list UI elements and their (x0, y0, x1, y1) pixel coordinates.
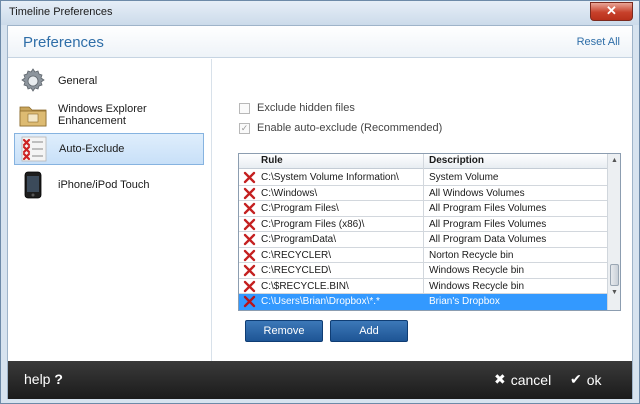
table-row[interactable]: C:\Windows\ All Windows Volumes (239, 186, 608, 201)
exclude-hidden-files-checkbox[interactable] (239, 102, 250, 114)
sidebar-item-label: Auto-Exclude (59, 143, 125, 155)
remove-rule-x-icon (243, 171, 256, 184)
exclude-rules-table: Rule Description C:\System Volume Inform… (238, 153, 621, 311)
remove-button[interactable]: Remove (245, 320, 323, 342)
cancel-x-icon: ✖ (494, 371, 506, 387)
ok-label: ok (586, 371, 602, 388)
table-row[interactable]: C:\Users\Brian\Dropbox\*.* Brian's Dropbo… (239, 294, 608, 310)
gear-icon (18, 66, 48, 96)
rule-cell: C:\Users\Brian\Dropbox\*.* (261, 296, 380, 307)
add-button[interactable]: Add (330, 320, 408, 342)
enable-auto-exclude-checkbox[interactable]: ✓ (239, 122, 250, 134)
remove-rule-x-icon (243, 295, 256, 308)
sidebar-item-windows-explorer-enhancement[interactable]: Windows Explorer Enhancement (14, 99, 204, 131)
remove-rule-x-icon (243, 202, 256, 215)
rule-cell: C:\$RECYCLE.BIN\ (261, 280, 349, 292)
description-cell: All Program Files Volumes (429, 203, 547, 214)
table-row[interactable]: C:\ProgramData\ All Program Data Volumes (239, 232, 608, 248)
sidebar-item-auto-exclude[interactable]: Auto-Exclude (14, 133, 204, 165)
remove-rule-x-icon (243, 187, 256, 199)
table-row[interactable]: C:\$RECYCLE.BIN\ Windows Recycle bin (239, 279, 608, 294)
window-title: Timeline Preferences (9, 6, 113, 18)
preferences-window: Timeline Preferences ✕ Preferences Reset… (0, 0, 640, 404)
sidebar-item-label: iPhone/iPod Touch (58, 179, 150, 191)
description-cell: Brian's Dropbox (429, 296, 500, 307)
page-title: Preferences (23, 34, 104, 51)
rule-cell: C:\Windows\ (261, 187, 318, 199)
close-window-button[interactable]: ✕ (590, 2, 633, 21)
sidebar-item-general[interactable]: General (14, 65, 204, 97)
table-row[interactable]: C:\RECYCLED\ Windows Recycle bin (239, 263, 608, 279)
ok-button[interactable]: ✔ ok (570, 371, 602, 388)
rule-cell: C:\RECYCLER\ (261, 249, 332, 261)
ok-check-icon: ✔ (570, 371, 582, 387)
cancel-label: cancel (510, 371, 552, 388)
description-cell: Norton Recycle bin (429, 249, 514, 261)
description-cell: All Program Data Volumes (429, 234, 547, 245)
sidebar: General Windows Explorer Enhancement Aut… (8, 59, 212, 361)
rule-cell: C:\ProgramData\ (261, 234, 337, 245)
remove-rule-x-icon (243, 264, 256, 277)
help-button[interactable]: help ? (24, 371, 63, 387)
table-row[interactable]: C:\RECYCLER\ Norton Recycle bin (239, 248, 608, 263)
column-header-description[interactable]: Description (429, 155, 484, 166)
rule-cell: C:\Program Files\ (261, 203, 339, 214)
sidebar-item-iphone-ipod-touch[interactable]: iPhone/iPod Touch (14, 169, 204, 201)
table-row[interactable]: C:\Program Files\ All Program Files Volum… (239, 201, 608, 217)
exclude-hidden-files-label: Exclude hidden files (257, 102, 355, 114)
remove-rule-x-icon (243, 233, 256, 246)
remove-rule-x-icon (243, 218, 256, 230)
phone-icon (18, 170, 48, 200)
description-cell: System Volume (429, 172, 499, 183)
table-row[interactable]: C:\System Volume Information\ System Volu… (239, 170, 608, 186)
table-row[interactable]: C:\Program Files (x86)\ All Program Files… (239, 217, 608, 232)
enable-auto-exclude-option[interactable]: ✓ Enable auto-exclude (Recommended) (239, 122, 442, 134)
remove-rule-x-icon (243, 280, 256, 292)
remove-rule-x-icon (243, 249, 256, 261)
rule-cell: C:\System Volume Information\ (261, 172, 399, 183)
folder-icon (18, 100, 48, 130)
description-cell: All Program Files Volumes (429, 218, 547, 230)
rule-cell: C:\RECYCLED\ (261, 265, 332, 276)
exclude-list-icon (19, 134, 49, 164)
client-area: Preferences Reset All General Windows Ex… (7, 25, 633, 399)
description-cell: Windows Recycle bin (429, 265, 525, 276)
auto-exclude-panel: Exclude hidden files ✓ Enable auto-exclu… (213, 59, 632, 361)
description-cell: Windows Recycle bin (429, 280, 525, 292)
scrollbar-thumb[interactable] (610, 264, 619, 286)
help-label: help (24, 371, 51, 387)
scroll-up-arrow-icon[interactable]: ▲ (610, 156, 619, 165)
cancel-button[interactable]: ✖ cancel (494, 371, 551, 388)
description-cell: All Windows Volumes (429, 187, 525, 199)
footer-bar: help ? ✖ cancel ✔ ok (8, 361, 632, 399)
scroll-down-arrow-icon[interactable]: ▼ (610, 288, 619, 297)
table-scrollbar[interactable]: ▲ ▼ (607, 154, 620, 310)
reset-all-link[interactable]: Reset All (577, 36, 620, 48)
preferences-header: Preferences Reset All (8, 26, 632, 58)
exclude-hidden-files-option[interactable]: Exclude hidden files (239, 102, 355, 114)
help-question-icon: ? (54, 371, 63, 387)
column-header-rule[interactable]: Rule (261, 155, 283, 166)
title-bar: Timeline Preferences ✕ (1, 1, 639, 25)
sidebar-item-label: General (58, 75, 98, 87)
sidebar-item-label: Windows Explorer Enhancement (58, 103, 147, 127)
enable-auto-exclude-label: Enable auto-exclude (Recommended) (257, 122, 443, 134)
rule-cell: C:\Program Files (x86)\ (261, 218, 365, 230)
